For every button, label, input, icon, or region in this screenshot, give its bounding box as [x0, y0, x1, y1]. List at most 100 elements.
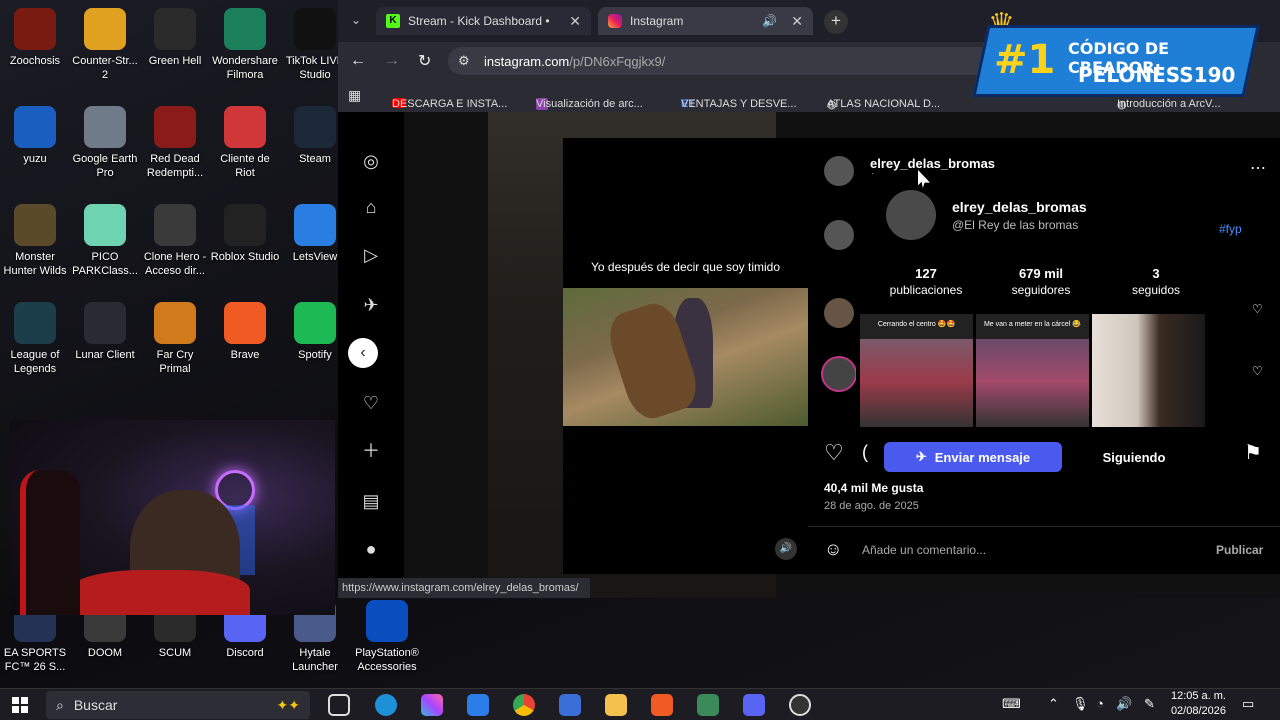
- desktop-shortcut[interactable]: Monster Hunter Wilds: [0, 204, 70, 278]
- instagram-logo-icon[interactable]: ◎: [360, 150, 382, 172]
- shortcut-label: Zoochosis: [9, 55, 61, 67]
- app-icon[interactable]: [697, 694, 719, 716]
- messages-icon[interactable]: ✈: [360, 294, 382, 316]
- desktop-shortcut[interactable]: Brave: [210, 302, 280, 362]
- profile-thumbnail[interactable]: Cerrando el centro 🤩🤩: [860, 314, 973, 427]
- clock-date[interactable]: 02/08/2026: [1166, 705, 1226, 717]
- desktop-shortcut[interactable]: Red Dead Redempti...: [140, 106, 210, 180]
- emoji-icon[interactable]: ☺: [824, 539, 842, 560]
- desktop-shortcut[interactable]: Counter-Str... 2: [70, 8, 140, 82]
- desktop-shortcut[interactable]: League of Legends: [0, 302, 70, 376]
- profile-thumbnail[interactable]: Me van a meter en la cárcel 😂: [976, 314, 1089, 427]
- desktop-shortcut[interactable]: Clone Hero - Acceso dir...: [140, 204, 210, 278]
- followers-label[interactable]: seguidores: [991, 283, 1091, 297]
- app-icon: [294, 204, 336, 246]
- reel-player[interactable]: Yo después de decir que soy timido 🔊: [563, 138, 808, 574]
- comment-input[interactable]: Añade un comentario...: [862, 543, 986, 557]
- desktop-shortcut[interactable]: Wondershare Filmora: [210, 8, 280, 82]
- close-icon[interactable]: ✕: [569, 13, 581, 30]
- desktop-shortcut[interactable]: Far Cry Primal: [140, 302, 210, 376]
- windows-start-icon[interactable]: [12, 697, 28, 713]
- post-author-avatar[interactable]: [824, 156, 854, 186]
- following-count[interactable]: 3: [1116, 266, 1196, 281]
- desktop-shortcut[interactable]: PlayStation® Accessories: [352, 600, 422, 674]
- brave-icon[interactable]: [651, 694, 673, 716]
- send-message-button[interactable]: ✈ Enviar mensaje: [884, 442, 1062, 472]
- profile-thumbnail[interactable]: [1092, 314, 1205, 427]
- more-options-icon[interactable]: ⋯: [1250, 158, 1266, 178]
- taskbar-search[interactable]: ⌕ Buscar ✦✦: [46, 691, 310, 719]
- app-icon: [14, 8, 56, 50]
- app-icon: [294, 8, 336, 50]
- file-explorer-icon[interactable]: [605, 694, 627, 716]
- obs-icon[interactable]: [789, 694, 811, 716]
- close-icon[interactable]: ✕: [791, 13, 803, 30]
- desktop-shortcut[interactable]: Lunar Client: [70, 302, 140, 362]
- heart-icon[interactable]: ♡: [1252, 302, 1263, 316]
- new-tab-button[interactable]: +: [824, 10, 848, 34]
- post-date: 28 de ago. de 2025: [824, 500, 919, 512]
- app-icon: [14, 302, 56, 344]
- story-avatar[interactable]: [821, 356, 857, 392]
- back-icon[interactable]: ←: [350, 52, 366, 70]
- task-view-icon[interactable]: [328, 694, 350, 716]
- likes-count[interactable]: 40,4 mil Me gusta: [824, 481, 923, 495]
- dashboard-icon[interactable]: ▤: [360, 490, 382, 512]
- edge-icon[interactable]: [375, 694, 397, 716]
- desktop-shortcut[interactable]: PICO PARKClass...: [70, 204, 140, 278]
- hover-username[interactable]: elrey_delas_bromas: [952, 199, 1087, 215]
- streamer-shirt: [70, 570, 250, 615]
- posts-label: publicaciones: [889, 283, 963, 297]
- mail-icon[interactable]: [467, 694, 489, 716]
- pen-icon[interactable]: ✎: [1144, 696, 1155, 712]
- tab-search-dropdown[interactable]: ⌄: [346, 10, 366, 30]
- publish-button[interactable]: Publicar: [1216, 543, 1263, 557]
- comment-icon[interactable]: (: [862, 442, 868, 463]
- comment-avatar[interactable]: [824, 220, 854, 250]
- desktop-shortcut[interactable]: Roblox Studio: [210, 204, 280, 264]
- tab-kick-dashboard[interactable]: K Stream - Kick Dashboard • ✕: [376, 7, 591, 35]
- clock-time[interactable]: 12:05 a. m.: [1166, 690, 1226, 702]
- desktop-shortcut[interactable]: yuzu: [0, 106, 70, 166]
- prev-post-button[interactable]: ‹: [348, 338, 378, 368]
- reels-icon[interactable]: ▷: [360, 244, 382, 266]
- speaker-icon[interactable]: 🔊: [762, 14, 777, 28]
- desktop-shortcut[interactable]: Zoochosis: [0, 8, 70, 68]
- home-icon[interactable]: ⌂: [360, 196, 382, 218]
- comment-avatar[interactable]: [824, 298, 854, 328]
- shortcut-label: Google Earth Pro: [72, 153, 138, 179]
- volume-icon[interactable]: 🔊: [1116, 696, 1132, 712]
- hover-avatar[interactable]: [886, 190, 936, 240]
- chevron-up-icon[interactable]: ⌃: [1048, 696, 1059, 712]
- creator-code-banner: ♛ #1 CÓDIGO DE CREADOR: PELONESS190: [972, 8, 1260, 107]
- forward-icon[interactable]: →: [384, 52, 400, 70]
- chrome-icon[interactable]: [513, 694, 535, 716]
- instagram-icon: [608, 14, 622, 28]
- heart-icon[interactable]: ♡: [1252, 364, 1263, 378]
- followers-count[interactable]: 679 mil: [1001, 266, 1081, 281]
- mute-toggle-icon[interactable]: 🔊: [775, 538, 797, 560]
- notifications-icon[interactable]: ♡: [360, 392, 382, 414]
- keyboard-icon[interactable]: ⌨: [1002, 696, 1021, 712]
- microphone-icon[interactable]: 🎙: [1072, 696, 1089, 712]
- reload-icon[interactable]: ↻: [418, 51, 431, 71]
- shortcut-label: Red Dead Redempti...: [146, 153, 204, 179]
- wifi-icon[interactable]: ◔: [1096, 696, 1104, 711]
- like-icon[interactable]: ♡: [824, 440, 844, 466]
- notifications-icon[interactable]: ▭: [1242, 696, 1254, 712]
- tab-instagram[interactable]: Instagram 🔊 ✕: [598, 7, 813, 35]
- desktop-shortcut[interactable]: Google Earth Pro: [70, 106, 140, 180]
- apps-grid-icon[interactable]: ▦: [348, 87, 361, 104]
- following-label[interactable]: seguidos: [1106, 283, 1206, 297]
- profile-avatar-icon[interactable]: ●: [360, 538, 382, 560]
- copilot-icon[interactable]: [421, 694, 443, 716]
- save-icon[interactable]: ⚑: [1244, 440, 1262, 465]
- following-button[interactable]: Siguiendo: [1072, 442, 1196, 472]
- desktop-shortcut[interactable]: Green Hell: [140, 8, 210, 68]
- site-info-icon[interactable]: ⚙: [458, 53, 470, 69]
- post-username[interactable]: elrey_delas_bromas: [870, 156, 995, 171]
- store-icon[interactable]: [559, 694, 581, 716]
- desktop-shortcut[interactable]: Cliente de Riot: [210, 106, 280, 180]
- create-icon[interactable]: ＋: [360, 440, 382, 462]
- discord-icon[interactable]: [743, 694, 765, 716]
